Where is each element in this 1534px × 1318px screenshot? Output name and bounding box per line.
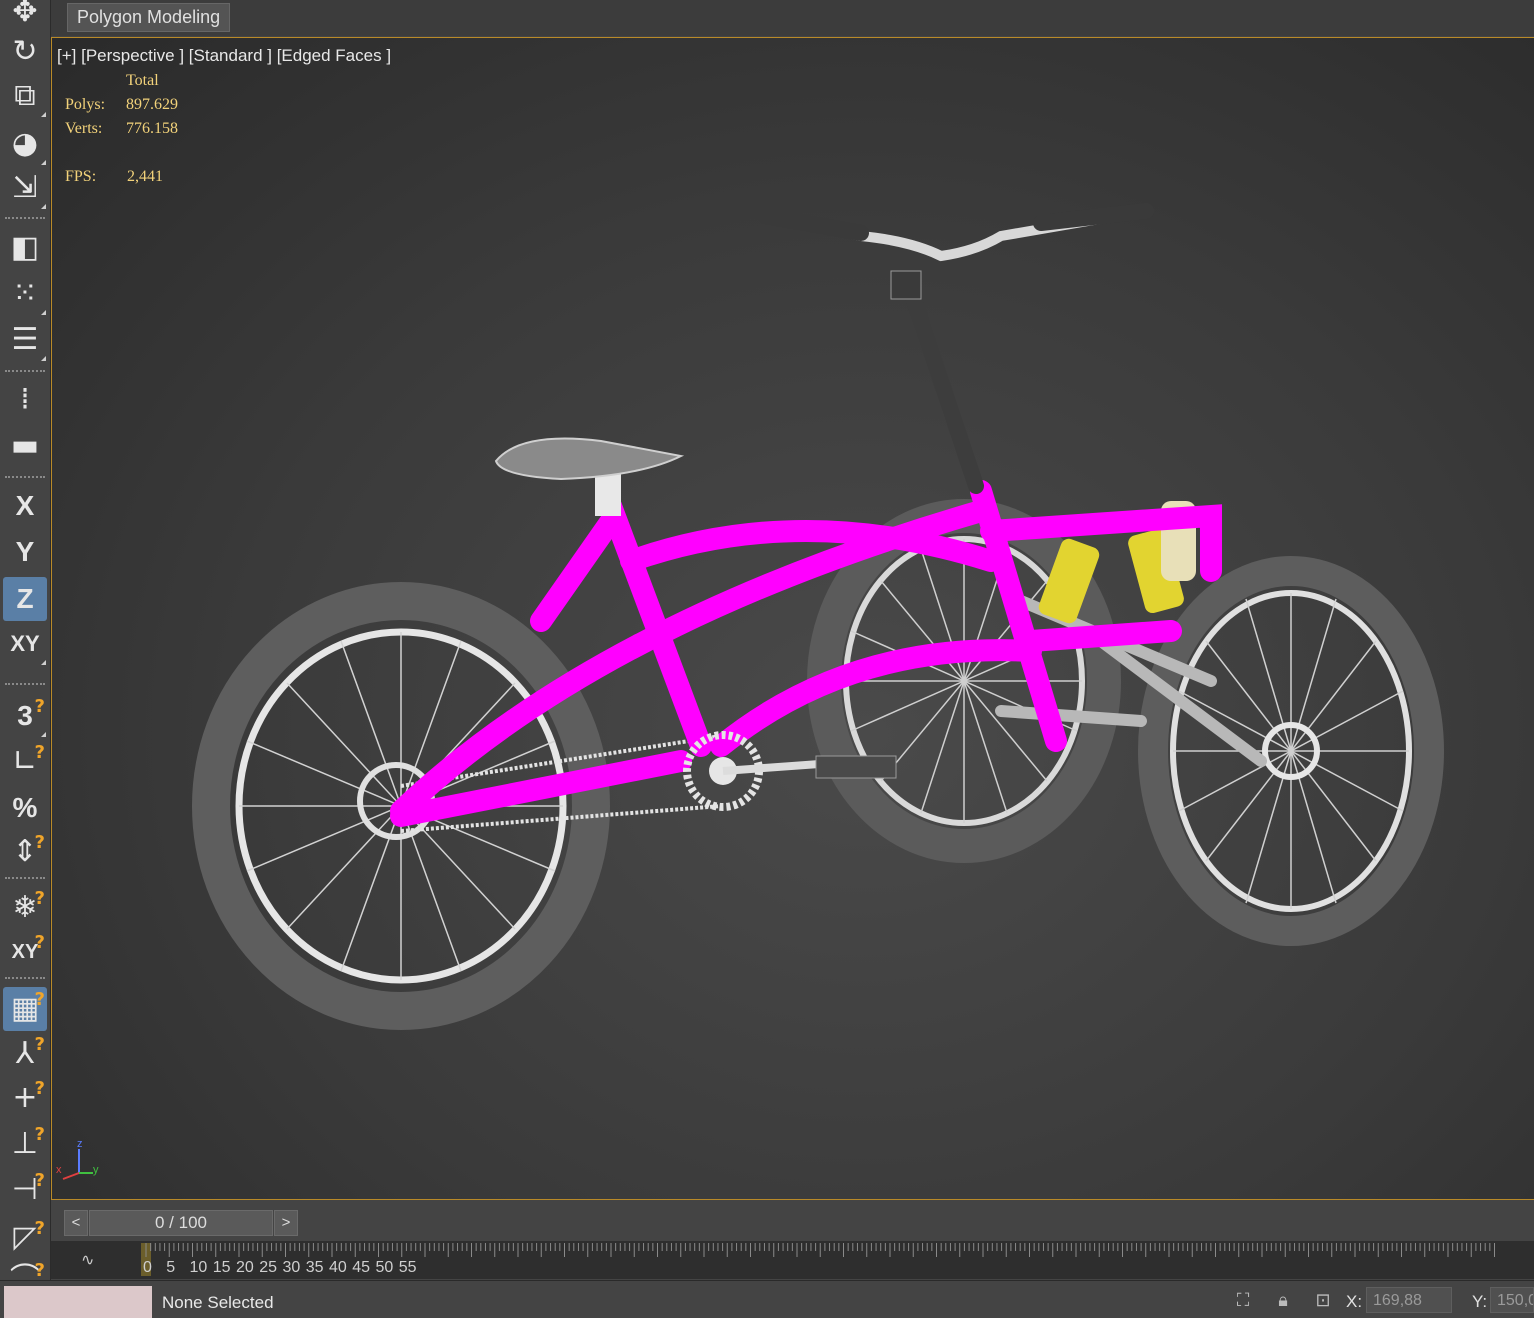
align-icon[interactable]: ☰: [3, 318, 47, 362]
viewport-label[interactable]: [+] [Perspective ] [Standard ] [Edged Fa…: [57, 46, 391, 66]
frame-ruler[interactable]: 0 5 10 15 20 25 30 35 40 45 50 55: [139, 1241, 1534, 1279]
grid-snap-icon[interactable]: ▦?: [3, 987, 47, 1031]
absolute-mode-icon[interactable]: ⊡: [1312, 1289, 1334, 1311]
question-icon: ?: [34, 1078, 45, 1099]
place-icon[interactable]: ◕: [3, 122, 47, 166]
toolbar-separator: [5, 877, 45, 879]
track-bar[interactable]: ∿ 0 5 10 15 20 25 30 35 40 45 50 55: [51, 1241, 1534, 1279]
vertex-snap-icon[interactable]: +?: [3, 1076, 47, 1120]
y-coord-field[interactable]: 150,0: [1490, 1287, 1534, 1313]
ribbon-tab-bar: Polygon Modeling: [51, 0, 1534, 36]
toolbar-separator: [5, 683, 45, 685]
status-bar: None Selected ⛶ 🔒︎ ⊡ X: 169,88 Y: 150,0: [0, 1280, 1534, 1318]
curve-editor-icon[interactable]: ∿: [81, 1250, 94, 1270]
main-toolbar: ✥ ↻ ⧉ ◕ ⇲ ◧ ⁙ ☰ ⁞ ▬ X Y Z XY 3? ∟? % ⇕? …: [0, 0, 51, 1295]
toolbar-separator: [5, 217, 45, 219]
endpoint-snap-icon[interactable]: ⊥?: [3, 1122, 47, 1166]
frame-tick-label: 40: [329, 1259, 347, 1276]
toolbar-separator: [5, 977, 45, 979]
toolbar-separator: [5, 370, 45, 372]
perspective-viewport[interactable]: [+] [Perspective ] [Standard ] [Edged Fa…: [51, 37, 1534, 1200]
pivot-snap-icon[interactable]: ⅄?: [3, 1032, 47, 1076]
rear-wheel-right: [1138, 556, 1444, 946]
verts-value: 776.158: [126, 120, 178, 137]
axis-y-label: Y: [15, 536, 35, 567]
frame-tick-label: 15: [213, 1259, 231, 1276]
frame-tick-label: 5: [166, 1259, 175, 1276]
maxscript-listener[interactable]: [4, 1286, 152, 1318]
x-coord-label: X:: [1346, 1292, 1363, 1311]
spinner-snap-icon[interactable]: ⇕?: [3, 830, 47, 874]
question-icon: ?: [34, 932, 45, 953]
question-icon: ?: [34, 1124, 45, 1145]
array-icon[interactable]: ⁙: [3, 272, 47, 316]
axis-xy-button[interactable]: XY: [3, 622, 47, 666]
y-coord-label: Y:: [1472, 1292, 1488, 1311]
frame-tick-label: 50: [376, 1259, 394, 1276]
midpoint-snap-icon[interactable]: ⊣?: [3, 1168, 47, 1212]
scale-icon[interactable]: ⧉: [3, 74, 47, 118]
xy-snap-button[interactable]: XY?: [3, 930, 47, 974]
axis-x-label: X: [15, 490, 35, 521]
mirror-icon[interactable]: ◧: [3, 226, 47, 270]
selection-status: None Selected: [162, 1293, 274, 1312]
axis-z-button[interactable]: Z: [3, 577, 47, 621]
snap-3d-button[interactable]: 3?: [3, 694, 47, 738]
toolbar-separator: [5, 476, 45, 478]
fps-value: 2,441: [127, 168, 163, 185]
frame-tick-label: 35: [306, 1259, 324, 1276]
frame-tick-label: 0: [143, 1259, 152, 1276]
next-frame-button[interactable]: >: [274, 1210, 298, 1236]
percent-snap-label: %: [12, 792, 38, 823]
handlebar: [758, 203, 1154, 494]
x-coord-field[interactable]: 169,88: [1366, 1287, 1452, 1313]
snap-grid-icon[interactable]: ⁞: [3, 378, 47, 422]
gizmo-z-label: z: [77, 1138, 83, 1150]
gizmo-x-label: x: [56, 1164, 62, 1176]
axis-y-button[interactable]: Y: [3, 530, 47, 574]
axis-gizmo: [62, 1149, 93, 1180]
stats-total-header: Total: [126, 72, 159, 89]
frame-tick-label: 55: [399, 1259, 417, 1276]
gizmo-y-label: y: [93, 1164, 99, 1176]
time-slider[interactable]: 0 / 100: [89, 1210, 273, 1236]
question-icon: ?: [34, 1170, 45, 1191]
prev-frame-button[interactable]: <: [64, 1210, 88, 1236]
angle-snap-icon[interactable]: ∟?: [3, 740, 47, 784]
face-snap-icon[interactable]: ◸?: [3, 1216, 47, 1260]
question-icon: ?: [34, 696, 45, 717]
question-icon: ?: [34, 832, 45, 853]
move-icon[interactable]: ✥: [3, 0, 47, 34]
question-icon: ?: [34, 989, 45, 1010]
frame-tick-label: 30: [283, 1259, 301, 1276]
snap-3d-label: 3: [17, 700, 33, 731]
question-icon: ?: [34, 1034, 45, 1055]
saddle: [494, 437, 685, 516]
time-slider-bar: < 0 / 100 >: [51, 1201, 1534, 1241]
frame-tick-label: 25: [259, 1259, 277, 1276]
bike-scene: [62, 203, 1444, 1180]
fps-label: FPS:: [65, 168, 97, 185]
question-icon: ?: [34, 1218, 45, 1239]
tab-polygon-modeling[interactable]: Polygon Modeling: [67, 3, 231, 32]
axis-x-button[interactable]: X: [3, 484, 47, 528]
axis-xy-label: XY: [10, 631, 40, 656]
polys-label: Polys:: [65, 96, 106, 113]
frame-tick-label: 45: [352, 1259, 370, 1276]
isolate-icon[interactable]: ⛶: [1232, 1289, 1254, 1311]
axis-z-label: Z: [16, 583, 34, 614]
measure-icon[interactable]: ▬: [3, 424, 47, 468]
question-icon: ?: [34, 742, 45, 763]
question-icon: ?: [34, 888, 45, 909]
frame-tick-label: 20: [236, 1259, 254, 1276]
select-link-icon[interactable]: ⇲: [3, 166, 47, 210]
frame-tick-label: 10: [190, 1259, 208, 1276]
polys-value: 897.629: [126, 96, 178, 113]
freeze-icon[interactable]: ❄?: [3, 886, 47, 930]
question-icon: ?: [34, 1260, 45, 1281]
rotate-icon[interactable]: ↻: [3, 30, 47, 74]
verts-label: Verts:: [65, 120, 103, 137]
lock-icon[interactable]: 🔒︎: [1272, 1289, 1294, 1311]
percent-snap-button[interactable]: %: [3, 786, 47, 830]
